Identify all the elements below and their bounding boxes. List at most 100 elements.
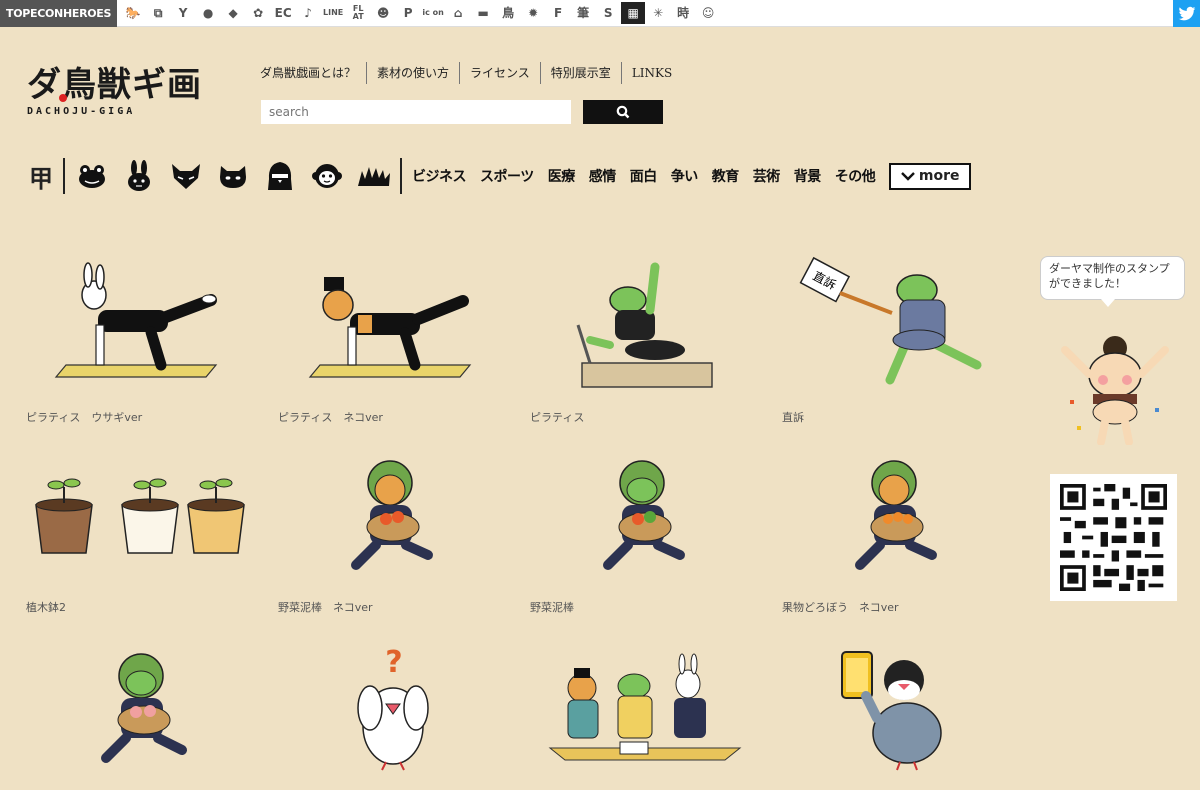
stamp-announcement-bubble[interactable]: ダーヤマ制作のスタンプができました！ (1040, 256, 1185, 307)
flat-icon[interactable]: FL AT (346, 2, 370, 24)
item-caption: 植木鉢2 (26, 601, 66, 614)
category-emotion[interactable]: 感情 (589, 166, 617, 186)
item-card[interactable]: ピラティス ウサギver (26, 255, 256, 435)
kou-kanji-icon[interactable]: 甲 (27, 158, 55, 194)
windows-glyph: ⧉ (153, 6, 163, 20)
category-funny[interactable]: 面白 (630, 166, 658, 186)
horse-icon[interactable]: 🐎 (121, 2, 145, 24)
category-conflict[interactable]: 争い (671, 166, 699, 186)
building-icon[interactable]: ⌂ (446, 2, 470, 24)
f-icon[interactable]: F (546, 2, 570, 24)
grid-icon[interactable]: ▦ (621, 2, 646, 24)
category-medical[interactable]: 医療 (548, 166, 576, 186)
sparkle-glyph: ✳ (653, 6, 664, 20)
category-art[interactable]: 芸術 (753, 166, 781, 186)
qr-code-image (1060, 484, 1167, 591)
category-background[interactable]: 背景 (794, 166, 822, 186)
item-card[interactable] (530, 638, 760, 790)
smiley-glyph: ☻ (376, 6, 390, 20)
windows-icon[interactable]: ⧉ (146, 2, 170, 24)
horse-glyph: 🐎 (125, 6, 141, 20)
category-sports[interactable]: スポーツ (480, 166, 534, 186)
frog-peach-illustration (101, 653, 187, 763)
logo-english: DACHOJU-GIGA (27, 106, 136, 117)
bus-glyph: ▬ (477, 6, 489, 20)
item-card[interactable]: 野菜泥棒 (530, 445, 760, 625)
item-card[interactable]: 植木鉢2 (26, 445, 256, 625)
rabbit-icon[interactable] (120, 158, 158, 194)
speech-bubble-glyph: ● (202, 6, 214, 20)
flower-glyph: ✿ (253, 6, 264, 20)
line-glyph: LINE (323, 8, 344, 17)
search-input[interactable] (261, 100, 571, 124)
frog-petition-illustration: 直訴 (799, 256, 982, 385)
brush-kanji-icon[interactable]: 筆 (571, 2, 595, 24)
nav-links[interactable]: LINKS (620, 62, 682, 84)
monkey-icon[interactable] (308, 158, 346, 194)
search-button[interactable] (583, 100, 663, 124)
gear-glyph: ✹ (528, 6, 539, 20)
item-card[interactable]: ピラティス (530, 255, 760, 435)
nav-about[interactable]: ダ鳥獣戯画とは？ (260, 62, 366, 84)
speech-bubble-icon[interactable]: ● (196, 2, 220, 24)
cat-icon[interactable] (214, 158, 252, 194)
more-button[interactable]: more (889, 162, 972, 190)
building-glyph: ⌂ (453, 6, 463, 20)
twitter-icon[interactable] (1173, 0, 1200, 27)
gear-icon[interactable]: ✹ (521, 2, 545, 24)
item-card[interactable]: 野菜泥棒 ネコver (278, 445, 508, 625)
bird-kanji-icon[interactable]: 鳥 (496, 2, 520, 24)
person-icon[interactable]: Y (171, 2, 195, 24)
nav-license[interactable]: ライセンス (459, 62, 540, 84)
category-business[interactable]: ビジネス (412, 166, 467, 186)
fox-icon[interactable] (167, 158, 205, 194)
top-bar: TOPECONHEROES 🐎 ⧉ Y ● ◆ ✿ EC ♪ LINE FL AT ☻ Pic on ⌂… (0, 0, 1200, 27)
ec-glyph: EC (274, 6, 292, 20)
item-card[interactable]: 果物どろぼう ネコver (782, 445, 1012, 625)
search-icon (616, 105, 630, 119)
category-separator (400, 158, 402, 194)
bird-kanji-glyph: 鳥 (502, 6, 515, 20)
icon-text-glyph: ic on (422, 8, 444, 17)
brush-kanji-glyph: 筆 (577, 6, 590, 20)
nav-how-to-use[interactable]: 素材の使い方 (366, 62, 459, 84)
category-education[interactable]: 教育 (712, 166, 740, 186)
item-caption: ピラティス (530, 411, 585, 424)
sumo-mascot-illustration[interactable] (1055, 330, 1175, 445)
tag-icon[interactable]: ◆ (221, 2, 245, 24)
bird-phone-illustration (841, 651, 942, 771)
face-icon[interactable]: ☺ (696, 2, 720, 24)
item-card[interactable]: ピラティス ネコver (278, 255, 508, 435)
category-other[interactable]: その他 (835, 166, 876, 186)
item-caption: 野菜泥棒 (530, 601, 574, 614)
s-icon[interactable]: S (596, 2, 620, 24)
smiley-icon[interactable]: ☻ (371, 2, 395, 24)
topeconheroes-brand[interactable]: TOPECONHEROES (0, 0, 118, 27)
time-kanji-icon[interactable]: 時 (671, 2, 695, 24)
item-caption: ピラティス ネコver (278, 411, 383, 424)
site-logo[interactable]: ダ鳥獣ギ画 DACHOJU-GIGA (27, 66, 202, 122)
flower-icon[interactable]: ✿ (246, 2, 270, 24)
meeting-illustration (548, 653, 742, 761)
more-label: more (918, 168, 960, 184)
item-card[interactable] (782, 638, 1012, 790)
item-caption: ピラティス ウサギver (26, 411, 143, 424)
face-glyph: ☺ (701, 6, 715, 20)
bus-icon[interactable]: ▬ (471, 2, 495, 24)
line-icon[interactable]: LINE (321, 2, 345, 24)
item-card[interactable]: 直訴 直訴 (782, 255, 1012, 435)
sparkle-icon[interactable]: ✳ (646, 2, 670, 24)
qr-code[interactable] (1050, 474, 1177, 601)
frog-icon[interactable] (73, 158, 111, 194)
rabbit-pilates-illustration (54, 262, 218, 378)
item-caption: 直訴 (782, 411, 804, 424)
item-card[interactable] (26, 638, 256, 790)
nav-special-exhibit[interactable]: 特別展示室 (539, 62, 621, 84)
p-icon[interactable]: P (396, 2, 420, 24)
item-card[interactable]: ? (278, 638, 508, 790)
penguin-icon[interactable] (261, 158, 299, 194)
grass-icon[interactable] (355, 158, 393, 194)
music-note-icon[interactable]: ♪ (296, 2, 320, 24)
icon-text-icon[interactable]: ic on (421, 2, 445, 24)
ec-icon[interactable]: EC (271, 2, 295, 24)
